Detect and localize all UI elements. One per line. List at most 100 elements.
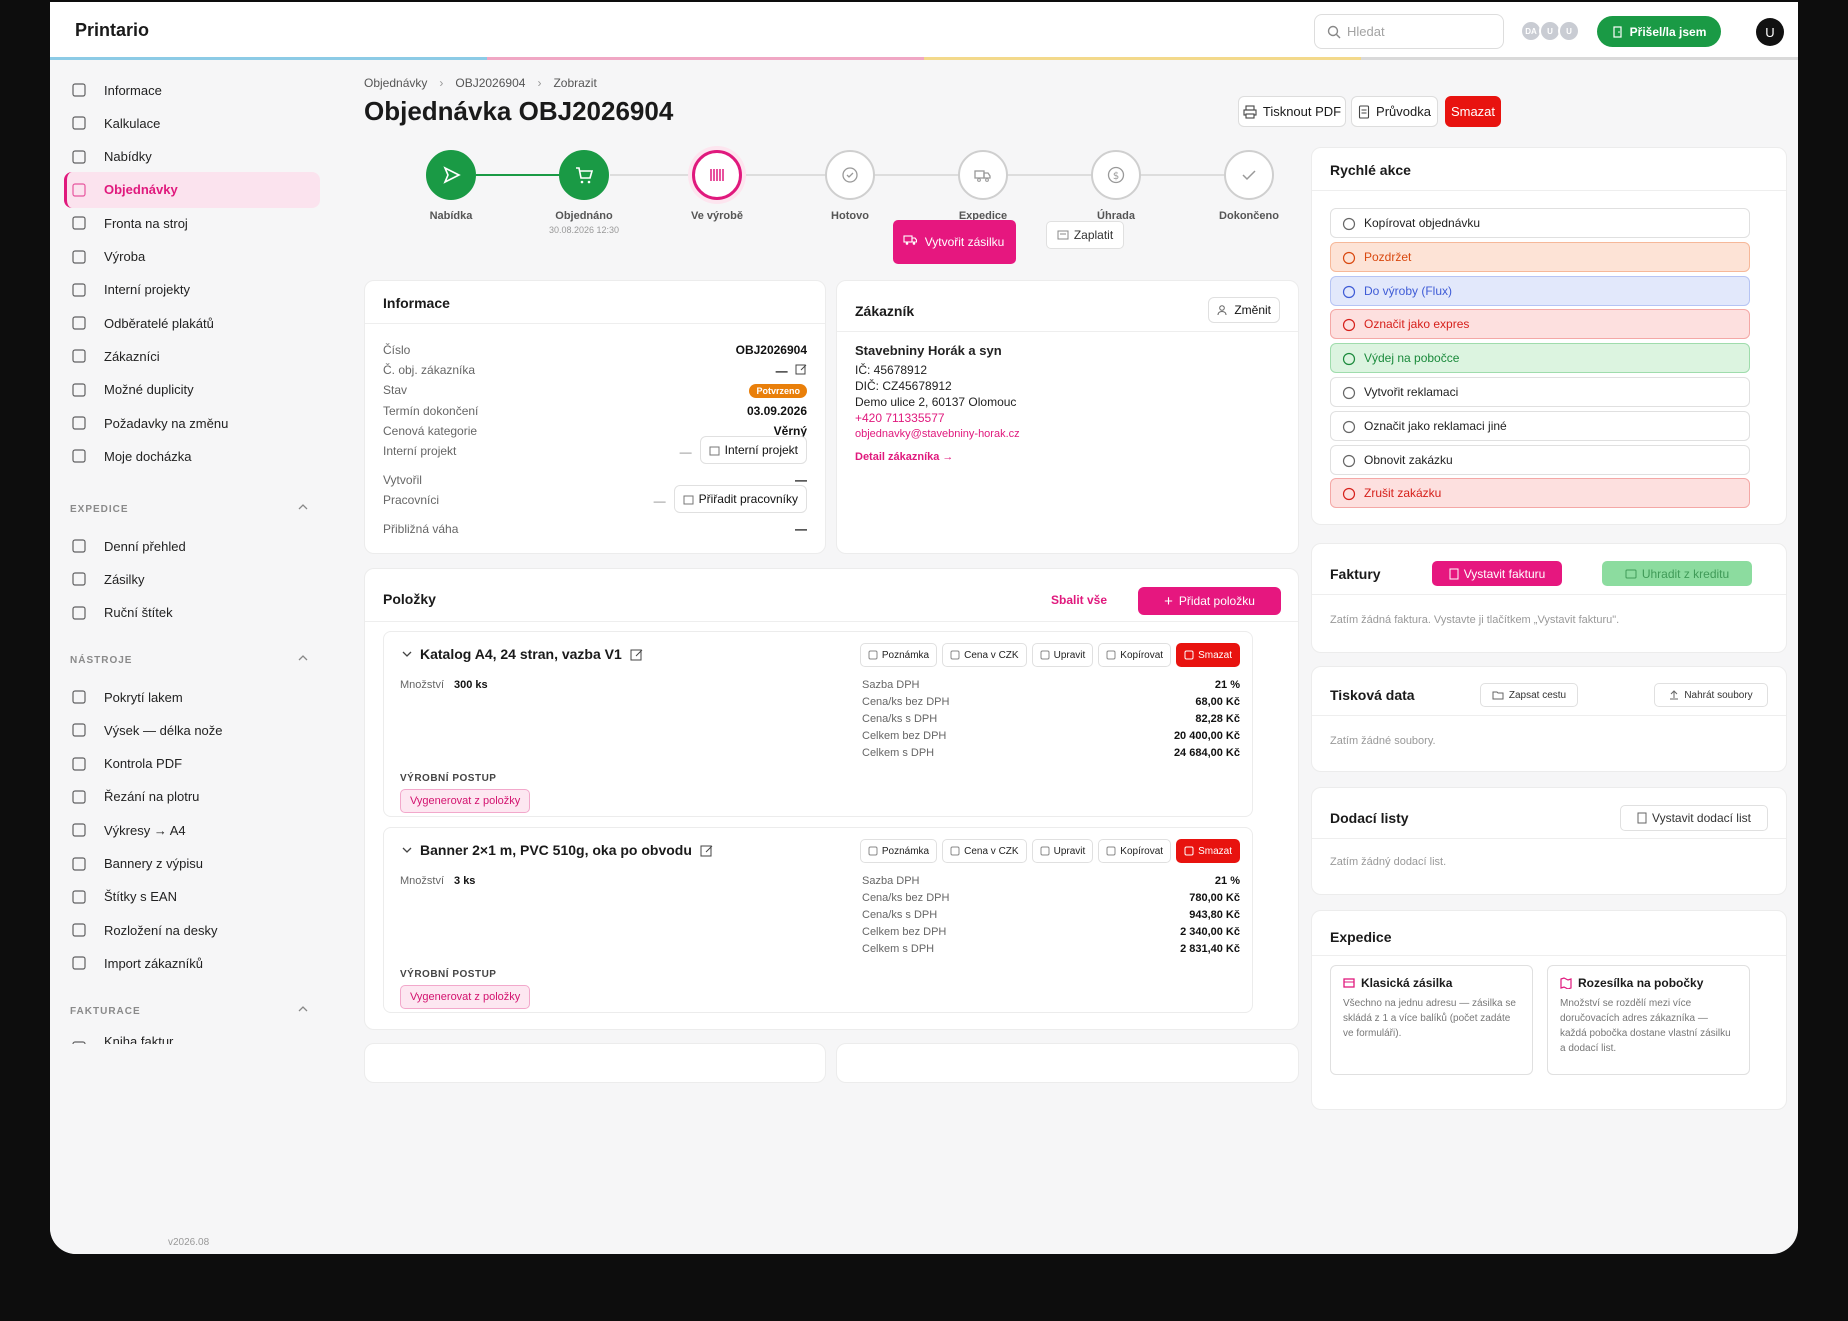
online-users: DA U U xyxy=(1520,20,1580,42)
chevron-down-icon[interactable] xyxy=(402,846,412,854)
breadcrumb-item[interactable]: OBJ2026904 xyxy=(455,76,525,90)
info-key: Stav xyxy=(383,383,408,397)
generate-production-button[interactable]: Vygenerovat z položky xyxy=(400,789,531,813)
quick-action-5[interactable]: Výdej na pobočce xyxy=(1330,343,1750,374)
sidebar-item-link[interactable]: Výkresy → A4 xyxy=(64,812,320,848)
price-czk-button[interactable]: Cena v CZK xyxy=(942,839,1027,863)
quick-action-6[interactable]: Vytvořit reklamaci xyxy=(1330,377,1750,407)
quick-action-3[interactable]: Do výroby (Flux) xyxy=(1330,275,1750,306)
internal-project-button[interactable]: Interní projekt xyxy=(699,436,807,464)
step-4[interactable]: Hotovo xyxy=(790,150,910,222)
edit-item-button[interactable]: Upravit xyxy=(1031,839,1094,863)
sidebar-item-link[interactable]: Rozložení na desky xyxy=(64,912,320,948)
edit-icon xyxy=(72,416,86,430)
customer-phone[interactable]: +420 711335577 xyxy=(855,410,945,426)
sidebar-item-link[interactable]: Kontrola PDF xyxy=(64,746,320,782)
sidebar-item-link[interactable]: Ruční štítek xyxy=(64,595,320,631)
sidebar-item-orders[interactable]: Objednávky xyxy=(64,171,320,208)
quick-action-1[interactable]: Kopírovat objednávku xyxy=(1330,208,1750,238)
step-1[interactable]: Nabídka xyxy=(391,150,511,222)
price-value: 2 831,40 Kč xyxy=(1180,943,1240,955)
quantity-label: Množství xyxy=(400,875,445,887)
generate-production-button[interactable]: Vygenerovat z položky xyxy=(400,985,531,1009)
issue-invoice-button[interactable]: Vystavit fakturu xyxy=(1432,561,1562,586)
sidebar-item-link[interactable]: Odběratelé plakátů xyxy=(64,305,320,341)
brand-logo[interactable]: Printario xyxy=(75,20,149,41)
copy-item-button[interactable]: Kopírovat xyxy=(1098,643,1172,667)
sidebar-item-link[interactable]: Zákazníci xyxy=(64,338,320,374)
step-7[interactable]: Dokončeno xyxy=(1189,150,1309,222)
edit-item-button[interactable]: Upravit xyxy=(1031,643,1094,667)
avatar[interactable]: U xyxy=(1558,20,1580,42)
price-czk-button[interactable]: Cena v CZK xyxy=(942,643,1027,667)
copy-item-button[interactable]: Kopírovat xyxy=(1098,839,1172,863)
write-path-button[interactable]: Zapsat cestu xyxy=(1480,683,1578,707)
sidebar-section-header[interactable]: EXPEDICE xyxy=(70,504,320,515)
edit-icon[interactable] xyxy=(700,844,713,857)
sidebar-item-link[interactable]: Denní přehled xyxy=(64,528,320,564)
create-shipment-button[interactable]: Vytvořit zásilku xyxy=(893,220,1016,264)
sidebar-item-link[interactable]: Štítky s EAN xyxy=(64,879,320,915)
add-item-button[interactable]: + Přidat položku xyxy=(1138,587,1281,615)
sidebar-item-link[interactable]: Požadavky na změnu xyxy=(64,405,320,441)
checkin-button[interactable]: Přišel/la jsem xyxy=(1597,16,1721,47)
collapse-all-link[interactable]: Sbalit vše xyxy=(1051,593,1107,607)
sidebar-item-link[interactable]: Bannery z výpisu xyxy=(64,846,320,882)
sidebar-item-link[interactable]: Výsek — délka nože xyxy=(64,712,320,748)
classic-shipment-option[interactable]: Klasická zásilka Všechno na jednu adresu… xyxy=(1330,965,1533,1075)
user-avatar[interactable]: U xyxy=(1756,18,1784,46)
guide-button[interactable]: Průvodka xyxy=(1351,96,1438,127)
assign-workers-button[interactable]: Přiřadit pracovníky xyxy=(673,485,807,513)
step-5[interactable]: Expedice xyxy=(923,150,1043,222)
sidebar-section-header[interactable]: FAKTURACE xyxy=(70,1006,320,1017)
pay-from-credit-button[interactable]: Uhradit z kreditu xyxy=(1602,561,1752,586)
chevron-down-icon[interactable] xyxy=(402,650,412,658)
quick-action-label: Pozdržet xyxy=(1364,249,1412,264)
sidebar-item-link[interactable]: Pokrytí lakem xyxy=(64,679,320,715)
step-label: Dokončeno xyxy=(1219,210,1279,222)
sidebar-section-header[interactable]: NÁSTROJE xyxy=(70,655,320,666)
sidebar-item-link[interactable]: Interní projekty xyxy=(64,272,320,308)
quick-action-7[interactable]: Označit jako reklamaci jiné xyxy=(1330,410,1750,441)
search-input[interactable]: Hledat xyxy=(1314,14,1504,49)
quick-action-8[interactable]: Obnovit zakázku xyxy=(1330,444,1750,475)
edit-icon[interactable] xyxy=(630,648,643,661)
info-row: Přibližná váha — xyxy=(383,522,807,536)
sidebar-item-link[interactable]: Moje docházka xyxy=(64,438,320,474)
pay-from-credit-label: Uhradit z kreditu xyxy=(1641,566,1730,581)
print-pdf-button[interactable]: Tisknout PDF xyxy=(1238,96,1346,127)
sidebar-item-link[interactable]: Informace xyxy=(64,72,320,108)
note-button[interactable]: Poznámka xyxy=(859,839,938,863)
quick-action-9[interactable]: Zrušit zakázku xyxy=(1330,478,1750,509)
delete-item-button[interactable]: Smazat xyxy=(1176,643,1240,667)
sidebar-item-link[interactable]: Řezání na plotru xyxy=(64,779,320,815)
sidebar-item-link[interactable]: Možné duplicity xyxy=(64,372,320,408)
customer-detail-link[interactable]: Detail zákazníka → xyxy=(855,449,953,465)
sidebar-item-link[interactable]: Fronta na stroj xyxy=(64,205,320,241)
quick-actions-card: Rychlé akce Kopírovat objednávku Pozdržet… xyxy=(1311,147,1787,525)
sidebar-item-link[interactable]: Import zákazníků xyxy=(64,945,320,981)
note-button[interactable]: Poznámka xyxy=(859,643,938,667)
change-customer-button[interactable]: Změnit xyxy=(1208,297,1280,323)
sidebar-item-link[interactable]: Kniha faktur xyxy=(64,1030,320,1044)
sidebar-item-link[interactable]: Výroba xyxy=(64,239,320,275)
breadcrumb-item[interactable]: Objednávky xyxy=(364,76,427,90)
step-2[interactable]: Objednáno 30.08.2026 12:30 xyxy=(524,150,644,235)
sidebar-item-link[interactable]: Kalkulace xyxy=(64,105,320,141)
sidebar-item-link[interactable]: Nabídky xyxy=(64,139,320,175)
delete-item-button[interactable]: Smazat xyxy=(1176,839,1240,863)
branch-shipment-option[interactable]: Rozesílka na pobočky Množství se rozdělí… xyxy=(1547,965,1750,1075)
pay-button[interactable]: Zaplatit xyxy=(1046,221,1124,249)
delete-order-button[interactable]: Smazat xyxy=(1445,96,1501,127)
pencil-icon xyxy=(1040,650,1050,660)
quick-action-2[interactable]: Pozdržet xyxy=(1330,241,1750,272)
step-3[interactable]: Ve výrobě xyxy=(657,150,777,222)
issue-delivery-note-button[interactable]: Vystavit dodací list xyxy=(1620,805,1768,831)
quick-action-4[interactable]: Označit jako expres xyxy=(1330,309,1750,340)
upload-files-button[interactable]: Nahrát soubory xyxy=(1654,683,1768,707)
step-6[interactable]: $ Úhrada xyxy=(1056,150,1176,222)
sidebar-item-link[interactable]: Zásilky xyxy=(64,561,320,597)
step-circle xyxy=(559,150,609,200)
edit-icon[interactable] xyxy=(795,363,807,375)
customer-email[interactable]: objednavky@stavebniny-horak.cz xyxy=(855,426,1020,442)
